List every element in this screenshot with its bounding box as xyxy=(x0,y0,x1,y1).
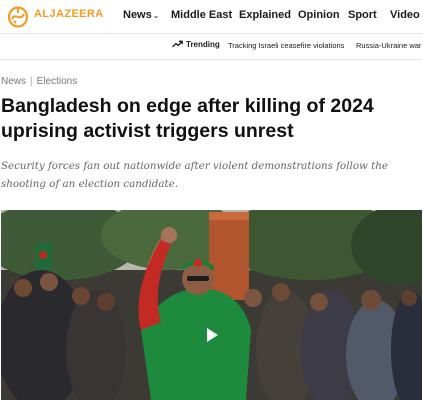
trending-arrow-icon xyxy=(172,40,183,48)
trending-link-russia-ukraine[interactable]: Russia-Ukraine war xyxy=(356,41,421,50)
nav-item-explained[interactable]: Explained xyxy=(239,9,291,21)
trending-text: Trending xyxy=(186,40,220,49)
nav-item-sport[interactable]: Sport xyxy=(348,9,377,21)
chevron-down-icon: ⌄ xyxy=(152,11,160,20)
article-subhead: Security forces fan out nationwide after… xyxy=(1,160,388,190)
site-header: ALJAZEERA News⌄ Middle East Explained Op… xyxy=(0,0,423,34)
trending-label: Trending xyxy=(172,40,220,49)
hero-image xyxy=(1,210,422,400)
nav-item-opinion[interactable]: Opinion xyxy=(298,9,340,21)
hero-video[interactable] xyxy=(1,210,422,400)
breadcrumb-elections[interactable]: Elections xyxy=(37,76,78,87)
trending-link-ceasefire[interactable]: Tracking Israeli ceasefire violations xyxy=(228,41,344,50)
play-icon[interactable] xyxy=(199,323,223,347)
article-headline: Bangladesh on edge after killing of 2024… xyxy=(1,95,374,142)
breadcrumb-separator: | xyxy=(30,76,33,87)
nav-item-video[interactable]: Video xyxy=(390,9,420,21)
aljazeera-logo[interactable]: ALJAZEERA xyxy=(6,4,104,28)
breadcrumb: News | Elections xyxy=(1,76,77,87)
nav-item-middle-east[interactable]: Middle East xyxy=(171,9,232,21)
aljazeera-calligraphy-icon xyxy=(7,6,29,28)
nav-item-news[interactable]: News⌄ xyxy=(123,9,159,21)
breadcrumb-news[interactable]: News xyxy=(1,76,26,87)
nav-label-news: News xyxy=(123,9,152,21)
trending-bar: Trending Tracking Israeli ceasefire viol… xyxy=(0,34,423,60)
logo-wordmark: ALJAZEERA xyxy=(34,8,104,20)
